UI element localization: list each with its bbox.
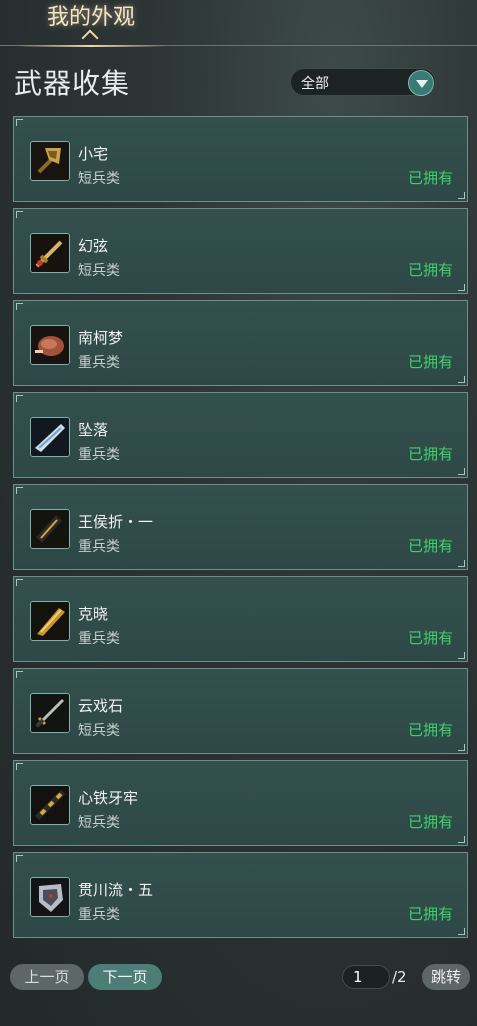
weapon-card[interactable]: 王侯折・一 重兵类 已拥有	[13, 484, 468, 570]
status-badge: 已拥有	[407, 905, 453, 923]
dagger-icon	[30, 693, 70, 733]
axe-icon	[30, 141, 70, 181]
weapon-name: 云戏石	[78, 697, 124, 715]
weapon-category: 重兵类	[78, 447, 120, 463]
weapon-category: 短兵类	[78, 171, 120, 187]
blade-icon	[30, 417, 70, 457]
status-badge: 已拥有	[407, 261, 453, 279]
staff-icon	[30, 785, 70, 825]
pagination: 上一页 下一页 1 /2 跳转	[0, 962, 477, 992]
weapon-name: 贯川流・五	[78, 881, 154, 899]
filter-dropdown[interactable]: 全部	[290, 68, 436, 96]
weapon-category: 短兵类	[78, 723, 120, 739]
weapon-card[interactable]: 心铁牙牢 短兵类 已拥有	[13, 760, 468, 846]
page-number-input[interactable]: 1	[342, 965, 390, 989]
page-total: /2	[392, 968, 407, 986]
weapon-category: 重兵类	[78, 907, 120, 923]
weapon-name: 心铁牙牢	[78, 789, 139, 807]
weapon-category: 短兵类	[78, 815, 120, 831]
weapon-category: 短兵类	[78, 263, 120, 279]
status-badge: 已拥有	[407, 169, 453, 187]
weapon-list: 小宅 短兵类 已拥有 幻弦 短兵类 已拥有 南柯梦 重兵类 已拥有 坠落 重兵类…	[13, 116, 468, 944]
jump-button[interactable]: 跳转	[422, 964, 470, 990]
weapon-category: 重兵类	[78, 631, 120, 647]
weapon-card[interactable]: 贯川流・五 重兵类 已拥有	[13, 852, 468, 938]
weapon-name: 坠落	[78, 421, 109, 439]
status-badge: 已拥有	[407, 537, 453, 555]
status-badge: 已拥有	[407, 445, 453, 463]
weapon-name: 南柯梦	[78, 329, 124, 347]
weapon-card[interactable]: 小宅 短兵类 已拥有	[13, 116, 468, 202]
next-page-button[interactable]: 下一页	[88, 964, 162, 990]
prev-page-button[interactable]: 上一页	[10, 964, 84, 990]
tab-underline	[16, 45, 166, 47]
weapon-name: 王侯折・一	[78, 513, 154, 531]
golden-blade-icon	[30, 601, 70, 641]
section-title: 武器收集	[14, 67, 131, 100]
weapon-name: 小宅	[78, 145, 109, 163]
weapon-card[interactable]: 克晓 重兵类 已拥有	[13, 576, 468, 662]
status-badge: 已拥有	[407, 629, 453, 647]
shield-blade-icon	[30, 877, 70, 917]
weapon-card[interactable]: 南柯梦 重兵类 已拥有	[13, 300, 468, 386]
chevron-down-icon[interactable]	[408, 70, 434, 96]
weapon-card[interactable]: 坠落 重兵类 已拥有	[13, 392, 468, 478]
weapon-card[interactable]: 幻弦 短兵类 已拥有	[13, 208, 468, 294]
weapon-card[interactable]: 云戏石 短兵类 已拥有	[13, 668, 468, 754]
meat-icon	[30, 325, 70, 365]
sword-icon	[30, 233, 70, 273]
top-tab-bar: 我的外观	[0, 0, 477, 47]
status-badge: 已拥有	[407, 721, 453, 739]
weapon-category: 重兵类	[78, 539, 120, 555]
tab-my-appearance[interactable]: 我的外观	[16, 0, 166, 47]
status-badge: 已拥有	[407, 353, 453, 371]
status-badge: 已拥有	[407, 813, 453, 831]
weapon-name: 幻弦	[78, 237, 109, 255]
filter-value: 全部	[301, 76, 329, 92]
greatsword-icon	[30, 509, 70, 549]
weapon-category: 重兵类	[78, 355, 120, 371]
weapon-name: 克晓	[78, 605, 109, 623]
